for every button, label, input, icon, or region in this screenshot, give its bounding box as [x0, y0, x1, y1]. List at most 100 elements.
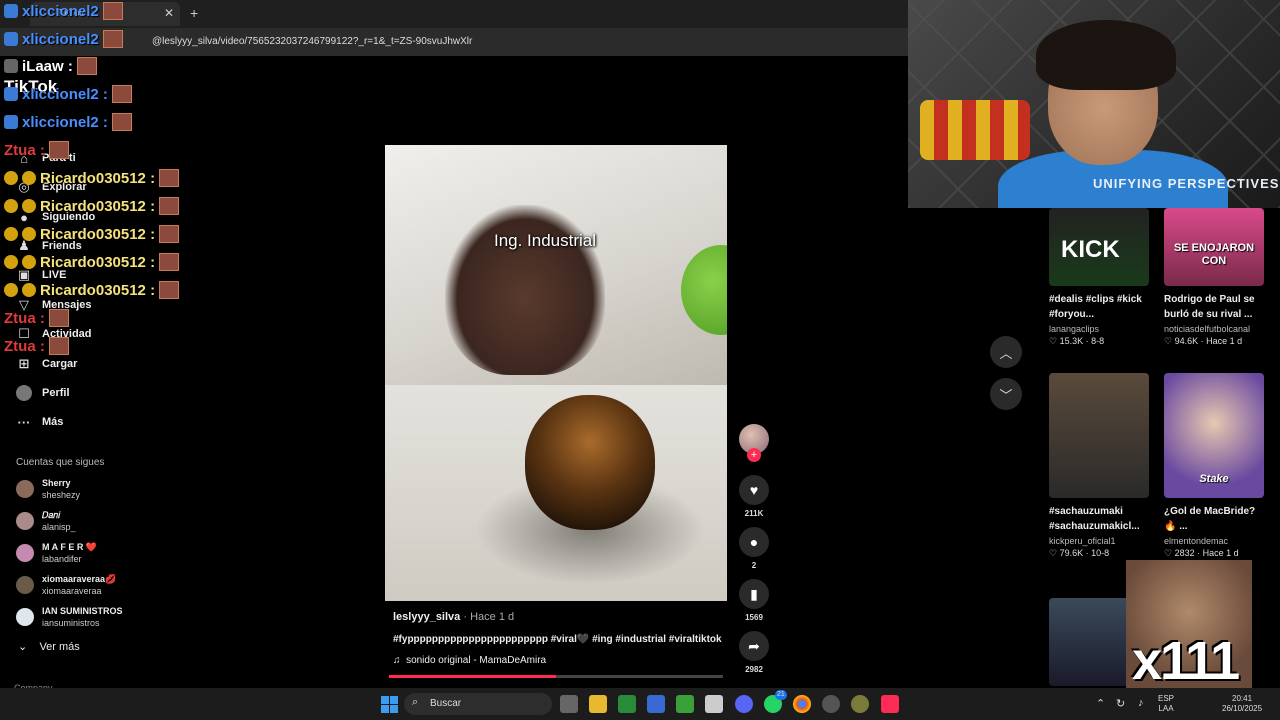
bookmark-icon: ▮ — [739, 579, 769, 609]
app-icon[interactable] — [705, 695, 723, 713]
tab-close-icon[interactable]: ✕ — [164, 6, 174, 20]
following-account[interactable]: Sherry sheshezy — [16, 474, 80, 504]
file-explorer-icon[interactable] — [589, 695, 607, 713]
video-author[interactable]: leslyyy_silva · Hace 1 d — [393, 611, 514, 623]
thumbnail-text: SE ENOJARON CON — [1173, 242, 1255, 267]
profile-icon — [16, 385, 32, 401]
minecraft-icon[interactable] — [676, 695, 694, 713]
new-tab-icon[interactable]: + — [190, 5, 198, 21]
chat-username: Ztua — [4, 141, 36, 159]
account-handle: iansuministros — [42, 618, 100, 628]
chat-emote-icon — [111, 113, 132, 131]
rec-likes: 79.6K — [1059, 548, 1084, 558]
heart-outline-icon: ♡ — [1164, 548, 1173, 558]
account-name: Sherry — [42, 478, 71, 488]
chevron-up-icon[interactable]: ⌃ — [1096, 697, 1105, 710]
save-button[interactable]: ▮ 1569 — [738, 579, 770, 622]
sidebar-item-label: Más — [42, 416, 64, 428]
video-description[interactable]: #fyppppppppppppppppppppppp #viral🖤 #ing … — [393, 634, 722, 645]
chat-emote-icon — [48, 141, 69, 159]
crown-icon — [22, 171, 36, 185]
video-progress-fill — [389, 675, 556, 678]
chat-separator: : — [150, 253, 156, 271]
rec-author: noticiasdelfutbolcanal — [1164, 324, 1251, 334]
chevron-up-icon: ︿ — [999, 345, 1013, 361]
network-icon[interactable]: ↻ — [1116, 697, 1125, 710]
video-progress-bar[interactable] — [389, 675, 723, 678]
video-sound-label: sonido original - MamaDeAmira — [406, 655, 547, 666]
like-button[interactable]: ♥ 211K — [738, 475, 770, 518]
rec-likes: 2832 — [1174, 548, 1195, 558]
webcam-pillow — [920, 100, 1030, 160]
rec-meta: ♡ 15.3K · 8-8 — [1049, 336, 1105, 346]
microphone-icon[interactable]: ♪ — [1138, 697, 1144, 709]
recommended-video[interactable]: Stake ¿Gol de MacBride? 🔥 ... elmentonde… — [1164, 373, 1264, 559]
account-name: M A F E R ❤️ — [42, 542, 98, 552]
discord-icon[interactable] — [735, 695, 753, 713]
video-player[interactable]: Ing. Industrial — [385, 145, 727, 601]
rec-title: #sachauzumaki #sachauzumakicl... — [1049, 506, 1140, 532]
windows-start-icon[interactable] — [381, 696, 398, 713]
video-sound[interactable]: ♫ sonido original - MamaDeAmira — [393, 655, 546, 666]
chat-username: xliccionel2 — [22, 85, 99, 103]
rec-title: Rodrigo de Paul se burló de su rival ... — [1164, 294, 1255, 320]
follow-plus-icon[interactable]: + — [747, 448, 761, 462]
chat-separator: : — [39, 309, 45, 327]
obs-icon[interactable] — [822, 695, 840, 713]
previous-video-button[interactable]: ︿ — [990, 336, 1022, 368]
chat-username: Ricardo030512 — [40, 197, 146, 215]
clock[interactable]: 20:41 26/10/2025 — [1222, 694, 1262, 714]
following-account[interactable]: 𝐷𝑎𝑛𝑖 alanisp_ — [16, 506, 76, 536]
chat-emote-icon — [102, 30, 123, 48]
video-thumbnail: Stake — [1164, 373, 1264, 498]
language-indicator[interactable]: ESP LAA — [1158, 694, 1174, 714]
rec-date: 10-8 — [1091, 548, 1110, 558]
rec-date: 8-8 — [1091, 336, 1105, 346]
rec-date: Hace 1 d — [1206, 336, 1243, 346]
chat-message: Ricardo030512 : — [4, 252, 180, 272]
chat-badge-icon — [4, 171, 18, 185]
sidebar-item-label: Perfil — [42, 387, 70, 399]
sidebar-item-perfil[interactable]: Perfil — [16, 381, 70, 405]
xbox-icon[interactable] — [618, 695, 636, 713]
chat-emote-icon — [48, 337, 69, 355]
tiktok-app-icon[interactable] — [881, 695, 899, 713]
chat-username: xliccionel2 — [22, 2, 99, 20]
chat-emote-icon — [48, 309, 69, 327]
recommended-video[interactable]: SE ENOJARON CON Rodrigo de Paul se burló… — [1164, 208, 1264, 347]
chrome-icon[interactable] — [793, 695, 811, 713]
save-count: 1569 — [745, 613, 763, 622]
following-section-title: Cuentas que sigues — [16, 457, 105, 468]
recommended-video[interactable]: #sachauzumaki #sachauzumakicl... kickper… — [1049, 373, 1149, 559]
chat-separator: : — [102, 85, 108, 103]
chat-separator: : — [102, 113, 108, 131]
taskbar-search[interactable]: Buscar — [404, 693, 552, 715]
recommended-video[interactable]: KICK #dealis #clips #kick #foryou... lan… — [1049, 208, 1149, 347]
see-more-button[interactable]: ⌄ Ver más — [18, 640, 80, 653]
url-text: @leslyyy_silva/video/7565232037246799122… — [152, 36, 473, 47]
video-thumbnail: KICK — [1049, 208, 1149, 286]
comment-button[interactable]: ● 2 — [738, 527, 770, 570]
webcam-person-hair — [1036, 20, 1176, 90]
thumbnail-text: Stake — [1199, 473, 1229, 485]
chat-badge-icon — [4, 255, 18, 269]
app-icon[interactable] — [851, 695, 869, 713]
heart-icon: ♥ — [739, 475, 769, 505]
share-button[interactable]: ➦ 2982 — [738, 631, 770, 674]
sidebar-item-mas[interactable]: ··· Más — [16, 410, 64, 434]
task-view-icon[interactable] — [560, 695, 578, 713]
next-video-button[interactable]: ﹀ — [990, 378, 1022, 410]
chat-message: Ztua : — [4, 336, 69, 356]
chat-separator: : — [150, 169, 156, 187]
avatar — [16, 480, 34, 498]
following-account[interactable]: xiomaaraveraa💋 xiomaaraveraa — [16, 570, 116, 600]
following-account[interactable]: IAN SUMINISTROS iansuministros — [16, 602, 123, 632]
store-icon[interactable] — [647, 695, 665, 713]
rec-likes: 94.6K — [1174, 336, 1199, 346]
rec-author: lanangaclips — [1049, 324, 1100, 334]
chat-username: Ricardo030512 — [40, 225, 146, 243]
rec-meta: ♡ 79.6K · 10-8 — [1049, 548, 1110, 558]
chat-separator: : — [150, 197, 156, 215]
avatar — [16, 608, 34, 626]
following-account[interactable]: M A F E R ❤️ labandifer — [16, 538, 97, 568]
